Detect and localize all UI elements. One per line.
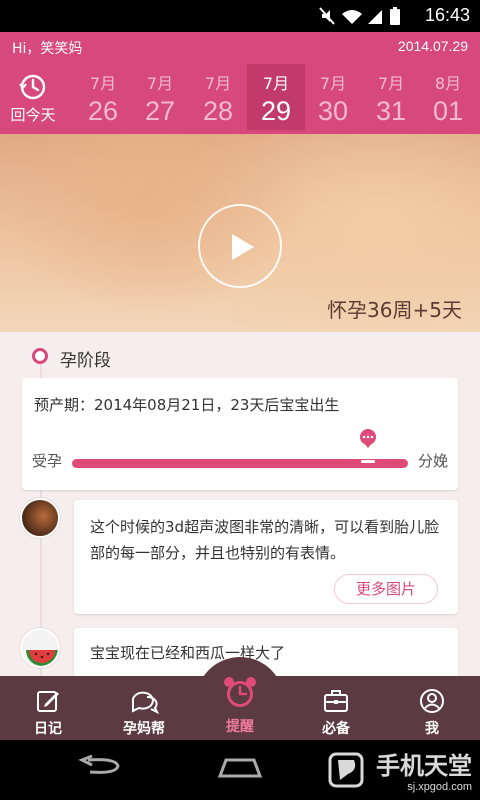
avatar xyxy=(20,498,60,538)
app-screen: 16:43 Hi，笑笑妈 2014.07.29 回今天 7月 26 7月 27 … xyxy=(0,0,480,800)
date-item[interactable]: 7月 27 xyxy=(131,64,189,130)
nav-label: 必备 xyxy=(322,721,350,737)
back-icon[interactable] xyxy=(76,754,124,780)
wifi-icon xyxy=(342,10,362,24)
date-item[interactable]: 7月 31 xyxy=(362,64,420,130)
date-day: 01 xyxy=(432,96,464,126)
nav-label: 孕妈帮 xyxy=(123,721,165,737)
nav-item-diary[interactable]: 日记 xyxy=(8,676,88,740)
date-item[interactable]: 7月 28 xyxy=(189,64,247,130)
back-to-today-label: 回今天 xyxy=(10,106,56,124)
more-pictures-button[interactable]: 更多图片 xyxy=(334,574,438,604)
watermark-logo xyxy=(328,752,364,788)
nav-label: 日记 xyxy=(34,721,62,737)
pregnancy-week-label: 怀孕36周+5天 xyxy=(327,298,462,322)
date-month: 7月 xyxy=(262,74,290,93)
ultrasound-image: 怀孕36周+5天 xyxy=(0,134,480,332)
feed-card: 这个时候的3d超声波图非常的清晰，可以看到胎儿脸部的每一部分，并且也特别的有表情… xyxy=(74,500,458,614)
date-day: 30 xyxy=(317,96,349,126)
play-video-button[interactable] xyxy=(198,204,282,288)
play-icon xyxy=(232,234,254,260)
date-month: 7月 xyxy=(377,74,405,93)
status-bar: 16:43 xyxy=(0,0,480,32)
bag-icon xyxy=(324,690,348,712)
due-date-text: 预产期：2014年08月21日，23天后宝宝出生 xyxy=(34,396,340,414)
person-icon xyxy=(420,689,444,713)
current-date: 2014.07.29 xyxy=(397,38,468,54)
progress-tick xyxy=(360,460,375,463)
date-month: 8月 xyxy=(434,74,462,93)
mute-icon xyxy=(319,7,335,25)
back-to-today-button[interactable]: 回今天 xyxy=(0,70,66,130)
nav-item-me[interactable]: 我 xyxy=(392,676,472,740)
watermelon-icon xyxy=(26,650,58,666)
date-day: 28 xyxy=(202,96,234,126)
nav-label: 提醒 xyxy=(226,719,254,735)
date-day: 27 xyxy=(144,96,176,126)
watermark: 手机天堂 sj.xpgod.com xyxy=(326,746,472,793)
date-day: 29 xyxy=(260,96,292,126)
status-icons xyxy=(319,7,400,25)
date-item[interactable]: 8月 01 xyxy=(419,64,477,130)
date-day: 31 xyxy=(375,96,407,126)
date-item[interactable]: 7月 26 xyxy=(74,64,132,130)
header: Hi，笑笑妈 2014.07.29 回今天 7月 26 7月 27 7月 28 xyxy=(0,32,480,134)
alarm-clock-icon xyxy=(224,677,256,707)
nav-item-essentials[interactable]: 必备 xyxy=(296,676,376,740)
date-item-selected[interactable]: 7月 29 xyxy=(247,64,305,130)
date-month: 7月 xyxy=(146,74,174,93)
date-month: 7月 xyxy=(89,74,117,93)
nav-item-reminder[interactable]: 提醒 xyxy=(200,676,280,740)
history-clock-icon xyxy=(19,74,46,100)
date-month: 7月 xyxy=(204,74,232,93)
progress-start-label: 受孕 xyxy=(32,452,63,470)
chat-bubbles-icon xyxy=(131,691,159,714)
date-strip: 7月 26 7月 27 7月 28 7月 29 7月 30 7月 31 8月 0… xyxy=(74,64,480,130)
date-day: 26 xyxy=(87,96,119,126)
nav-label: 我 xyxy=(425,721,439,737)
edit-icon xyxy=(37,691,59,712)
timeline-dot xyxy=(32,348,48,364)
date-month: 7月 xyxy=(319,74,347,93)
watermelon-avatar xyxy=(20,628,60,668)
signal-icon xyxy=(368,10,382,24)
due-date-card: 预产期：2014年08月21日，23天后宝宝出生 受孕 分娩 xyxy=(22,378,458,490)
date-item[interactable]: 7月 30 xyxy=(304,64,362,130)
home-icon[interactable] xyxy=(216,754,264,780)
clock: 16:43 xyxy=(424,5,470,25)
nav-item-community[interactable]: 孕妈帮 xyxy=(104,676,184,740)
feed-text: 这个时候的3d超声波图非常的清晰，可以看到胎儿脸部的每一部分，并且也特别的有表情… xyxy=(90,518,440,562)
progress-end-label: 分娩 xyxy=(417,452,448,470)
progress-marker-icon xyxy=(359,429,376,448)
pregnancy-progress-bar xyxy=(72,459,408,468)
battery-icon xyxy=(390,7,400,25)
stage-title-text: 孕阶段 xyxy=(60,351,111,371)
greeting: Hi，笑笑妈 xyxy=(12,41,83,57)
